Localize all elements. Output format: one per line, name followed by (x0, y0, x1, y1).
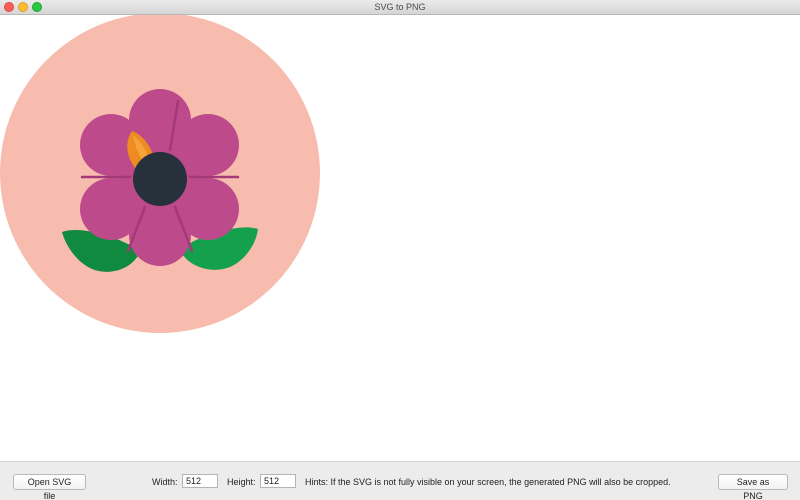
open-svg-button[interactable]: Open SVG file (13, 474, 86, 500)
app-window: SVG to PNG Open SVG file Width: 512 Heig… (0, 0, 800, 500)
bottom-toolbar: Open SVG file Width: Height: Hints: If t… (0, 461, 800, 500)
width-input[interactable] (182, 474, 218, 488)
window-title: SVG to PNG (374, 2, 426, 12)
title-bar[interactable]: SVG to PNG (0, 0, 800, 15)
svg-preview-area (0, 15, 800, 461)
height-label: Height: (227, 477, 256, 487)
hint-text: Hints: If the SVG is not fully visible o… (305, 477, 671, 487)
width-label: Width: (152, 477, 178, 487)
height-input[interactable] (260, 474, 296, 488)
flower-center (133, 152, 187, 206)
svg-preview (0, 15, 320, 333)
save-png-button[interactable]: Save as PNG (718, 474, 788, 500)
